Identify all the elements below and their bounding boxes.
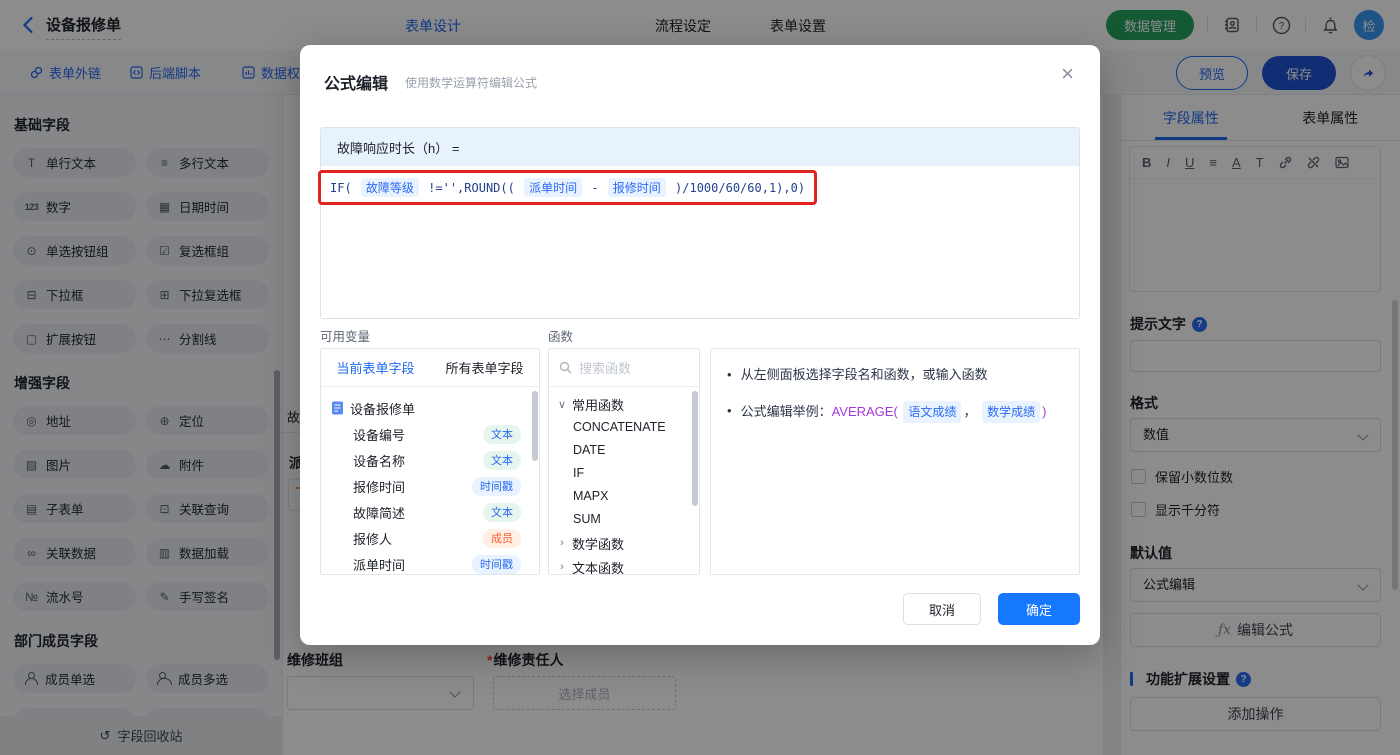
group-common-functions[interactable]: ∨ 常用函数 <box>549 392 699 416</box>
annotation-red-box: IF( 故障等级 !='',ROUND(( 派单时间 - 报修时间 )/1000… <box>318 170 818 205</box>
variables-scrollbar[interactable] <box>532 391 538 461</box>
variable-row[interactable]: 设备编号 文本 <box>331 421 531 447</box>
variable-row[interactable]: 派单时间 时间戳 <box>331 551 531 574</box>
function-item[interactable]: MAPX <box>549 485 699 508</box>
confirm-button[interactable]: 确定 <box>998 593 1080 625</box>
search-placeholder: 搜索函数 <box>579 361 632 376</box>
tab-all-form-fields[interactable]: 所有表单字段 <box>430 349 539 386</box>
variables-tree: 设备报修单 设备编号 文本 设备名称 文本 报修时间 时间戳 故障简述 文本 报修人 成员… <box>321 387 539 574</box>
tip-example-line: • 公式编辑举例：AVERAGE( 语文成绩， 数学成绩) <box>711 401 1079 423</box>
variables-tabs: 当前表单字段 所有表单字段 <box>321 349 539 387</box>
chevron-down-icon: ∨ <box>557 398 567 411</box>
formula-editor: 故障响应时长（h） = IF( 故障等级 !='',ROUND(( 派单时间 -… <box>318 127 1080 319</box>
search-icon <box>559 361 572 374</box>
field-chip[interactable]: 报修时间 <box>607 178 666 197</box>
close-icon[interactable]: × <box>1061 63 1074 85</box>
chevron-right-icon: › <box>560 561 564 573</box>
formula-edit-modal: 公式编辑 使用数学运算符编辑公式 × 故障响应时长（h） = IF( 故障等级 … <box>300 45 1100 645</box>
functions-panel: 搜索函数 ∨ 常用函数 CONCATENATE DATE IF MAPX SUM… <box>548 348 700 575</box>
modal-title: 公式编辑 <box>324 76 389 93</box>
variables-label: 可用变量 <box>320 330 371 344</box>
function-item[interactable]: DATE <box>549 439 699 462</box>
tip-line: • 从左侧面板选择字段名和函数，或输入函数 <box>711 365 1079 385</box>
field-chip: 语文成绩 <box>903 401 962 423</box>
formula-target: 故障响应时长（h） = <box>321 128 1079 166</box>
function-item[interactable]: CONCATENATE <box>549 416 699 439</box>
variable-row[interactable]: 报修时间 时间戳 <box>331 473 531 499</box>
tips-panel: • 从左侧面板选择字段名和函数，或输入函数 • 公式编辑举例：AVERAGE( … <box>710 348 1080 575</box>
type-badge: 时间戳 <box>472 554 521 574</box>
functions-scrollbar[interactable] <box>692 391 698 506</box>
tab-current-form-fields[interactable]: 当前表单字段 <box>321 349 430 386</box>
bullet-icon: • <box>727 403 732 418</box>
app-root: 设备报修单 表单设计 流程设定 表单设置 数据管理 ? 检 表单外链 后端脚本 … <box>0 0 1400 755</box>
document-icon <box>332 401 343 415</box>
modal-subtitle: 使用数学运算符编辑公式 <box>405 76 538 90</box>
type-badge: 文本 <box>483 502 521 522</box>
function-item[interactable]: IF <box>549 462 699 485</box>
variables-panel: 当前表单字段 所有表单字段 设备报修单 设备编号 文本 设备名称 文本 报修时间 时间… <box>320 348 540 575</box>
field-chip: 数学成绩 <box>982 401 1041 423</box>
type-badge: 时间戳 <box>472 476 521 496</box>
field-chip[interactable]: 故障等级 <box>360 178 419 197</box>
variable-row[interactable]: 报修人 成员 <box>331 525 531 551</box>
bullet-icon: • <box>727 367 732 382</box>
function-search[interactable]: 搜索函数 <box>549 349 699 387</box>
example-function: AVERAGE( <box>831 404 898 419</box>
function-item[interactable]: SUM <box>549 508 699 531</box>
formula-input-area[interactable]: IF( 故障等级 !='',ROUND(( 派单时间 - 报修时间 )/1000… <box>318 166 1079 318</box>
field-chip[interactable]: 派单时间 <box>524 178 583 197</box>
form-root-node[interactable]: 设备报修单 <box>331 395 531 421</box>
functions-label: 函数 <box>548 330 574 344</box>
chevron-right-icon: › <box>560 537 564 549</box>
cancel-button[interactable]: 取消 <box>903 593 981 625</box>
type-badge: 文本 <box>483 450 521 470</box>
type-badge: 文本 <box>483 424 521 444</box>
variable-row[interactable]: 设备名称 文本 <box>331 447 531 473</box>
group-text-functions[interactable]: › 文本函数 <box>549 555 699 575</box>
group-math-functions[interactable]: › 数学函数 <box>549 531 699 555</box>
type-badge: 成员 <box>483 528 521 548</box>
variable-row[interactable]: 故障简述 文本 <box>331 499 531 525</box>
